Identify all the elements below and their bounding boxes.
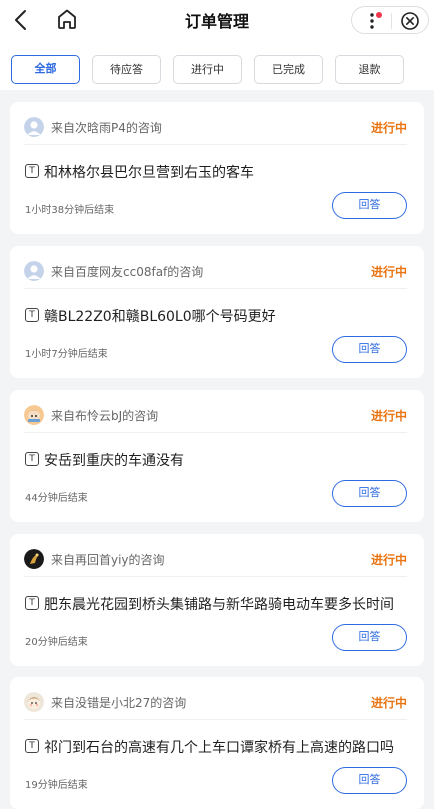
- order-card[interactable]: 来自再回首yiy的咨询 进行中 T 肥东晨光花园到桥头集铺路与新华路骑电动车要多…: [10, 534, 424, 666]
- avatar: [24, 261, 44, 281]
- question-text: 安岳到重庆的车通没有: [44, 453, 184, 469]
- avatar: [24, 117, 44, 137]
- text-question-icon: T: [25, 739, 39, 753]
- consult-source: 来自百度网友cc08faf的咨询: [51, 265, 204, 279]
- card-divider: [24, 432, 407, 433]
- question-text: 和林格尔县巴尔旦营到右玉的客车: [44, 165, 254, 181]
- tab-pending[interactable]: 待应答: [92, 55, 161, 84]
- top-navigation-bar: 订单管理: [0, 0, 434, 40]
- remaining-time: 1小时7分钟后结束: [25, 349, 108, 360]
- consult-source: 来自再回首yiy的咨询: [51, 553, 165, 567]
- answer-button[interactable]: 回答: [332, 336, 407, 363]
- tab-refund[interactable]: 退款: [335, 55, 404, 84]
- tab-in-progress[interactable]: 进行中: [173, 55, 242, 84]
- order-card[interactable]: 来自次晗雨P4的咨询 进行中 T 和林格尔县巴尔旦营到右玉的客车 1小时38分钟…: [10, 102, 424, 234]
- card-divider: [24, 288, 407, 289]
- consult-source: 来自没错是小北27的咨询: [51, 696, 187, 710]
- consult-source: 来自布怜云bJ的咨询: [51, 409, 159, 423]
- order-filter-tabs: 全部 待应答 进行中 已完成 退款: [0, 40, 434, 90]
- text-question-icon: T: [25, 164, 39, 178]
- consult-source: 来自次晗雨P4的咨询: [51, 121, 162, 135]
- card-divider: [24, 144, 407, 145]
- tab-completed[interactable]: 已完成: [254, 55, 323, 84]
- status-badge: 进行中: [370, 553, 407, 567]
- status-badge: 进行中: [370, 265, 407, 279]
- tab-all[interactable]: 全部: [11, 55, 80, 84]
- order-card[interactable]: 来自布怜云bJ的咨询 进行中 T 安岳到重庆的车通没有 44分钟后结束 回答: [10, 390, 424, 522]
- answer-button[interactable]: 回答: [332, 480, 407, 507]
- order-card[interactable]: 来自百度网友cc08faf的咨询 进行中 T 赣BL22Z0和赣BL60L0哪个…: [10, 246, 424, 378]
- card-divider: [24, 576, 407, 577]
- mini-program-capsule: [351, 6, 429, 34]
- answer-button[interactable]: 回答: [332, 192, 407, 219]
- text-question-icon: T: [25, 452, 39, 466]
- text-question-icon: T: [25, 308, 39, 322]
- close-circle-icon[interactable]: [400, 11, 420, 31]
- avatar: [24, 549, 44, 569]
- text-question-icon: T: [25, 596, 39, 610]
- remaining-time: 20分钟后结束: [25, 637, 88, 648]
- status-badge: 进行中: [370, 121, 407, 135]
- card-divider: [24, 719, 407, 720]
- remaining-time: 19分钟后结束: [25, 780, 88, 791]
- status-badge: 进行中: [370, 696, 407, 710]
- avatar: [24, 692, 44, 712]
- avatar: [24, 405, 44, 425]
- capsule-divider: [391, 13, 392, 29]
- answer-button[interactable]: 回答: [332, 767, 407, 794]
- remaining-time: 1小时38分钟后结束: [25, 205, 115, 216]
- question-text: 肥东晨光花园到桥头集铺路与新华路骑电动车要多长时间: [44, 597, 394, 613]
- question-text: 赣BL22Z0和赣BL60L0哪个号码更好: [44, 309, 276, 325]
- order-card[interactable]: 来自没错是小北27的咨询 进行中 T 祁门到石台的高速有几个上车口谭家桥有上高速…: [10, 677, 424, 809]
- answer-button[interactable]: 回答: [332, 624, 407, 651]
- question-text: 祁门到石台的高速有几个上车口谭家桥有上高速的路口吗: [44, 740, 394, 756]
- remaining-time: 44分钟后结束: [25, 493, 88, 504]
- more-vertical-icon[interactable]: [362, 11, 384, 31]
- status-badge: 进行中: [370, 409, 407, 423]
